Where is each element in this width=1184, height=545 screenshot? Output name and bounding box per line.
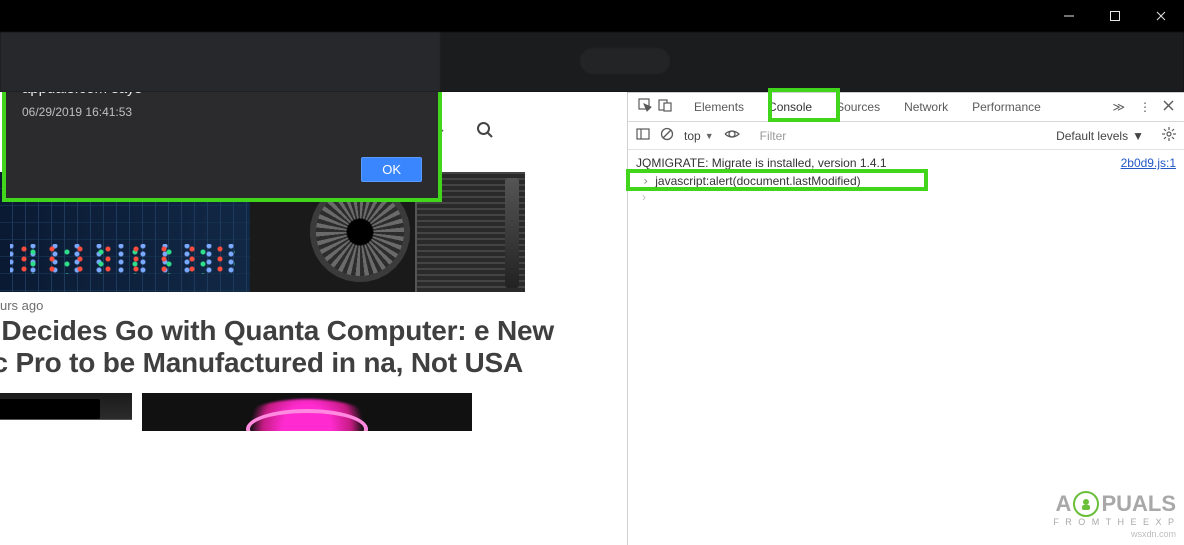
omnibox-blur — [580, 48, 670, 74]
console-tab-highlight — [768, 88, 840, 122]
console-output[interactable]: JQMIGRATE: Migrate is installed, version… — [628, 150, 1184, 545]
inspect-element-icon[interactable] — [638, 98, 652, 115]
devtools-close-icon[interactable] — [1163, 100, 1174, 114]
device-toggle-icon[interactable] — [658, 98, 672, 115]
console-sidebar-toggle-icon[interactable] — [636, 127, 650, 144]
watermark-mascot-icon — [1073, 491, 1099, 517]
devtools-pane: Elements Console Sources Network Perform… — [627, 92, 1184, 545]
article-headline[interactable]: ble Decides Go with Quanta Computer: e N… — [0, 315, 627, 379]
console-filter-input[interactable]: Filter — [750, 129, 1046, 143]
console-input-prompt[interactable]: › — [636, 190, 1176, 204]
devtools-tablist: Elements Console Sources Network Perform… — [628, 92, 1184, 122]
context-selector[interactable]: top ▼ — [684, 129, 714, 143]
tab-performance[interactable]: Performance — [960, 92, 1053, 121]
active-tab-region — [0, 32, 440, 92]
article-meta: urs ago — [0, 292, 627, 315]
triangle-down-icon: ▼ — [705, 131, 714, 141]
tabstrip-rest — [440, 32, 1184, 92]
console-toolbar: top ▼ Filter Default levels ▼ — [628, 122, 1184, 150]
watermark: A PUALS F R O M T H E E X P wsxdn.com — [1053, 491, 1176, 539]
devtools-menu-icon[interactable]: ⋮ — [1139, 100, 1149, 114]
close-window-button[interactable] — [1138, 0, 1184, 32]
tab-overflow[interactable]: ≫ — [1112, 100, 1125, 114]
alert-message: 06/29/2019 16:41:53 — [22, 105, 422, 119]
thumbnail-1[interactable] — [0, 393, 132, 431]
window-titlebar — [0, 0, 1184, 32]
alert-ok-button[interactable]: OK — [361, 157, 422, 182]
live-expression-icon[interactable] — [724, 128, 740, 143]
browser-tabstrip — [0, 32, 1184, 92]
tab-network[interactable]: Network — [892, 92, 960, 121]
log-message: JQMIGRATE: Migrate is installed, version… — [636, 156, 887, 170]
webpage-pane: appuals.com says 06/29/2019 16:41:53 OK … — [0, 92, 627, 545]
tab-elements[interactable]: Elements — [682, 92, 756, 121]
console-settings-icon[interactable] — [1162, 127, 1176, 144]
search-icon[interactable] — [476, 121, 494, 144]
triangle-down-icon: ▼ — [1132, 129, 1144, 143]
clear-console-icon[interactable] — [660, 127, 674, 144]
alert-origin: appuals.com says — [22, 92, 422, 97]
command-highlight-box — [626, 169, 928, 191]
minimize-button[interactable] — [1046, 0, 1092, 32]
related-thumbs — [0, 393, 627, 431]
watermark-tagline: F R O M T H E E X P — [1053, 517, 1176, 527]
watermark-brand-rest: PUALS — [1101, 491, 1176, 517]
thumbnail-2[interactable] — [142, 393, 472, 431]
watermark-brand-a: A — [1056, 491, 1072, 517]
watermark-site: wsxdn.com — [1053, 529, 1176, 539]
log-level-selector[interactable]: Default levels ▼ — [1056, 129, 1144, 143]
js-alert-dialog: appuals.com says 06/29/2019 16:41:53 OK — [6, 92, 438, 198]
context-selector-label: top — [684, 129, 701, 143]
maximize-button[interactable] — [1092, 0, 1138, 32]
log-source-link[interactable]: 2b0d9.js:1 — [1121, 156, 1176, 170]
log-level-label: Default levels — [1056, 129, 1128, 143]
